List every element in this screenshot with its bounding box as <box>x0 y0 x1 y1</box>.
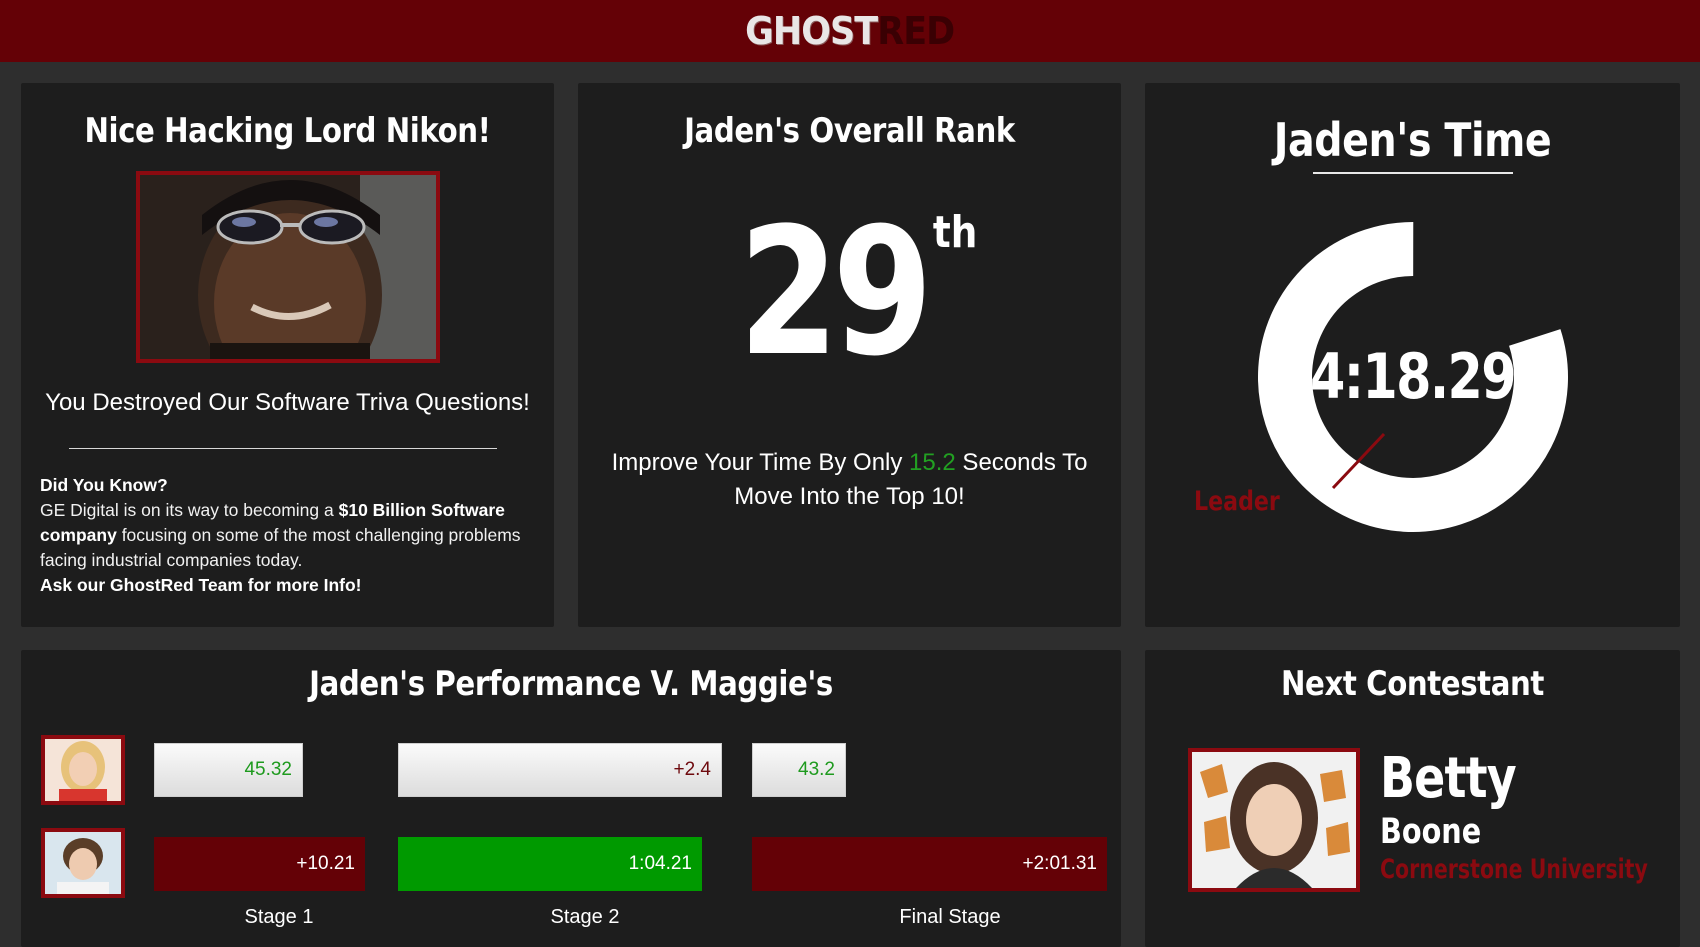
logo-ghost-text: GHOST <box>745 9 878 53</box>
maggie-stage2-value: +2.4 <box>673 759 711 780</box>
time-value: 4:18.29 <box>1309 340 1517 413</box>
maggie-stage1-bar: 45.32 <box>154 743 303 797</box>
ghostred-logo: GHOSTRED <box>745 9 956 53</box>
next-contestant-school: Cornerstone University <box>1380 854 1648 885</box>
stage-2-label: Stage 2 <box>550 906 620 928</box>
next-contestant-first-name: Betty <box>1380 746 1517 811</box>
jaden-final-value: +2:01.31 <box>1022 853 1098 874</box>
next-contestant-photo <box>1188 748 1360 892</box>
congrats-subline: You Destroyed Our Software Triva Questio… <box>45 389 530 416</box>
maggie-stage1-value: 45.32 <box>244 759 292 780</box>
performance-title: Jaden's Performance V. Maggie's <box>309 664 833 704</box>
overall-rank-panel: Jaden's Overall Rank 29th Improve Your T… <box>578 83 1121 627</box>
jaden-stage2-bar: 1:04.21 <box>398 837 702 891</box>
congrats-panel: Nice Hacking Lord Nikon! You Destroyed O… <box>21 83 554 627</box>
logo-red-text: RED <box>877 9 956 53</box>
improve-text-1: Improve Your Time By Only <box>611 449 910 476</box>
did-you-know-text: Did You Know? GE Digital is on its way t… <box>40 473 540 598</box>
divider <box>69 448 497 449</box>
next-contestant-last-name: Boone <box>1380 812 1482 852</box>
jaden-stage1-value: +10.21 <box>296 853 355 874</box>
rank-suffix: th <box>932 207 978 258</box>
next-contestant-title: Next Contestant <box>1281 664 1544 704</box>
fact-heading: Did You Know? <box>40 475 168 495</box>
lord-nikon-photo <box>136 171 440 363</box>
next-contestant-panel: Next Contestant Betty Boone Cornerstone … <box>1145 650 1680 947</box>
congrats-title: Nice Hacking Lord Nikon! <box>84 111 491 151</box>
jaden-final-bar: +2:01.31 <box>752 837 1107 891</box>
performance-panel: Jaden's Performance V. Maggie's 45.32 +2… <box>21 650 1121 947</box>
stage-1-label: Stage 1 <box>244 906 314 928</box>
final-stage-label: Final Stage <box>899 906 1001 928</box>
jaden-stage2-value: 1:04.21 <box>628 853 692 874</box>
top-bar: GHOSTRED <box>0 0 1700 62</box>
improve-seconds: 15.2 <box>909 449 956 476</box>
improve-message: Improve Your Time By Only 15.2 Seconds T… <box>598 446 1101 514</box>
rank-title: Jaden's Overall Rank <box>684 111 1015 151</box>
time-panel: Jaden's Time 4:18.29 Leader <box>1145 83 1680 627</box>
rank-number: 29 <box>738 190 932 395</box>
jaden-stage1-bar: +10.21 <box>154 837 365 891</box>
maggie-stage2-bar: +2.4 <box>398 743 722 797</box>
jaden-avatar <box>41 828 125 898</box>
leader-label: Leader <box>1194 486 1280 517</box>
rank-display: 29th <box>578 193 1121 393</box>
maggie-final-value: 43.2 <box>798 759 835 780</box>
fact-text-1: GE Digital is on its way to becoming a <box>40 500 339 520</box>
maggie-avatar <box>41 735 125 805</box>
fact-cta: Ask our GhostRed Team for more Info! <box>40 575 362 595</box>
maggie-final-bar: 43.2 <box>752 743 846 797</box>
